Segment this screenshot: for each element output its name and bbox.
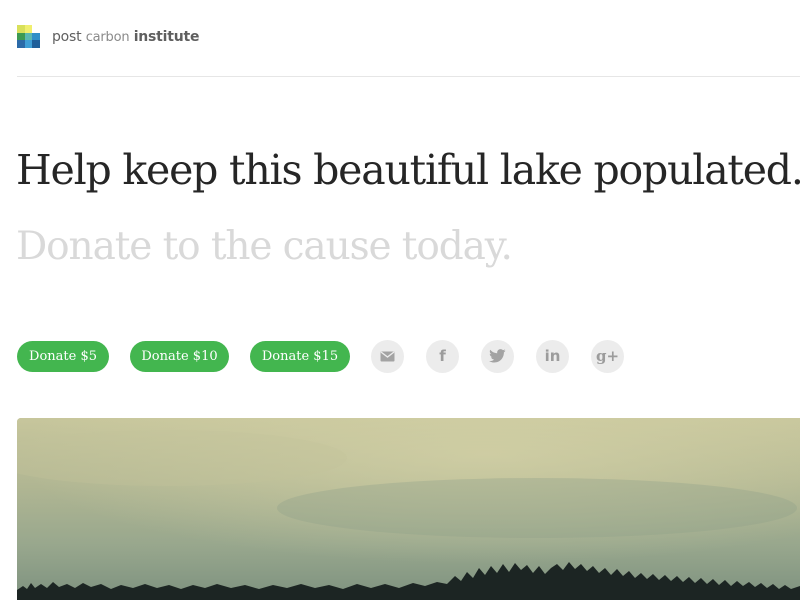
brand-name-post: post bbox=[52, 28, 82, 45]
brand-name-institute: institute bbox=[133, 28, 200, 45]
donate-10-button[interactable]: Donate $10 bbox=[130, 340, 229, 372]
logo-mark-icon bbox=[17, 25, 40, 48]
hero-lake-photo bbox=[17, 418, 800, 600]
donate-5-button[interactable]: Donate $5 bbox=[17, 340, 109, 372]
facebook-icon: f bbox=[439, 346, 446, 365]
share-linkedin-button[interactable]: in bbox=[536, 339, 569, 373]
share-twitter-button[interactable] bbox=[481, 339, 514, 373]
share-google-plus-button[interactable]: g+ bbox=[591, 339, 624, 373]
page-headline: Help keep this beautiful lake populated. bbox=[16, 146, 800, 194]
google-plus-icon: g+ bbox=[595, 346, 620, 365]
brand-name-carbon: carbon bbox=[85, 29, 130, 45]
email-icon bbox=[380, 350, 395, 361]
donate-15-button[interactable]: Donate $15 bbox=[250, 340, 350, 372]
page-subhead: Donate to the cause today. bbox=[16, 224, 513, 269]
treeline-silhouette bbox=[17, 418, 800, 600]
brand-logo[interactable]: post carbon institute bbox=[17, 25, 200, 48]
header-divider bbox=[17, 76, 800, 77]
action-bar: Donate $5 Donate $10 Donate $15 f in g+ bbox=[17, 339, 624, 373]
site-header: post carbon institute bbox=[0, 0, 800, 76]
share-email-button[interactable] bbox=[371, 339, 404, 373]
brand-name: post carbon institute bbox=[52, 28, 200, 45]
twitter-icon bbox=[489, 349, 506, 363]
share-facebook-button[interactable]: f bbox=[426, 339, 459, 373]
linkedin-icon: in bbox=[544, 346, 561, 365]
